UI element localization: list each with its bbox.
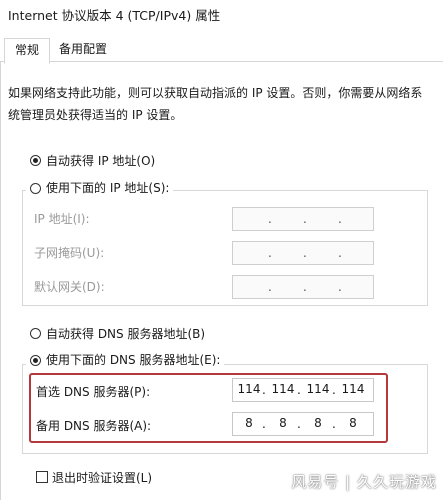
- preferred-dns-label: 首选 DNS 服务器(P):: [36, 385, 151, 399]
- alternate-dns-octet-4: 8: [349, 416, 357, 430]
- window-title: Internet 协议版本 4 (TCP/IPv4) 属性: [8, 8, 221, 23]
- subnet-mask-label: 子网掩码(U):: [34, 246, 105, 260]
- manual-ip-option[interactable]: 使用下面的 IP 地址(S):: [26, 178, 174, 198]
- tab-general[interactable]: 常规: [4, 38, 50, 64]
- preferred-dns-octet-2: 114: [271, 382, 295, 396]
- preferred-dns-octet-1: 114: [237, 382, 261, 396]
- preferred-dns-octet-3: 114: [306, 382, 330, 396]
- default-gateway-label: 默认网关(D):: [34, 280, 105, 294]
- preferred-dns-octet-4: 114: [341, 382, 365, 396]
- alternate-dns-field[interactable]: 8 . 8 . 8 . 8: [232, 412, 374, 436]
- watermark: 风易号 | 久久玩游戏: [291, 473, 437, 491]
- checkbox-icon[interactable]: [36, 471, 48, 483]
- auto-ip-label[interactable]: 自动获得 IP 地址(O): [46, 152, 155, 169]
- ip-address-label: IP 地址(I):: [34, 212, 90, 226]
- radio-checked-icon[interactable]: [30, 155, 41, 166]
- manual-dns-label[interactable]: 使用下面的 DNS 服务器地址(E):: [46, 353, 220, 367]
- title-bar: Internet 协议版本 4 (TCP/IPv4) 属性: [0, 0, 443, 28]
- alternate-dns-octet-2: 8: [279, 416, 287, 430]
- auto-dns-label[interactable]: 自动获得 DNS 服务器地址(B): [46, 325, 205, 342]
- validate-on-exit-label[interactable]: 退出时验证设置(L): [52, 469, 152, 486]
- radio-unchecked-icon[interactable]: [30, 328, 41, 339]
- radio-checked-icon[interactable]: [30, 355, 41, 366]
- tab-alternate-config[interactable]: 备用配置: [52, 38, 114, 61]
- radio-unchecked-icon[interactable]: [30, 183, 41, 194]
- alternate-dns-octet-1: 8: [245, 416, 253, 430]
- manual-ip-label[interactable]: 使用下面的 IP 地址(S):: [46, 181, 169, 195]
- ip-address-field[interactable]: ...: [232, 207, 374, 231]
- alternate-dns-label: 备用 DNS 服务器(A):: [36, 419, 152, 433]
- description-text: 如果网络支持此功能，则可以获取自动指派的 IP 设置。否则，你需要从网络系统管理…: [8, 86, 423, 122]
- manual-dns-option[interactable]: 使用下面的 DNS 服务器地址(E):: [26, 350, 225, 370]
- default-gateway-field[interactable]: ...: [232, 275, 374, 299]
- preferred-dns-field[interactable]: 114 . 114 . 114 . 114: [232, 378, 374, 402]
- alternate-dns-octet-3: 8: [314, 416, 322, 430]
- subnet-mask-field[interactable]: ...: [232, 241, 374, 265]
